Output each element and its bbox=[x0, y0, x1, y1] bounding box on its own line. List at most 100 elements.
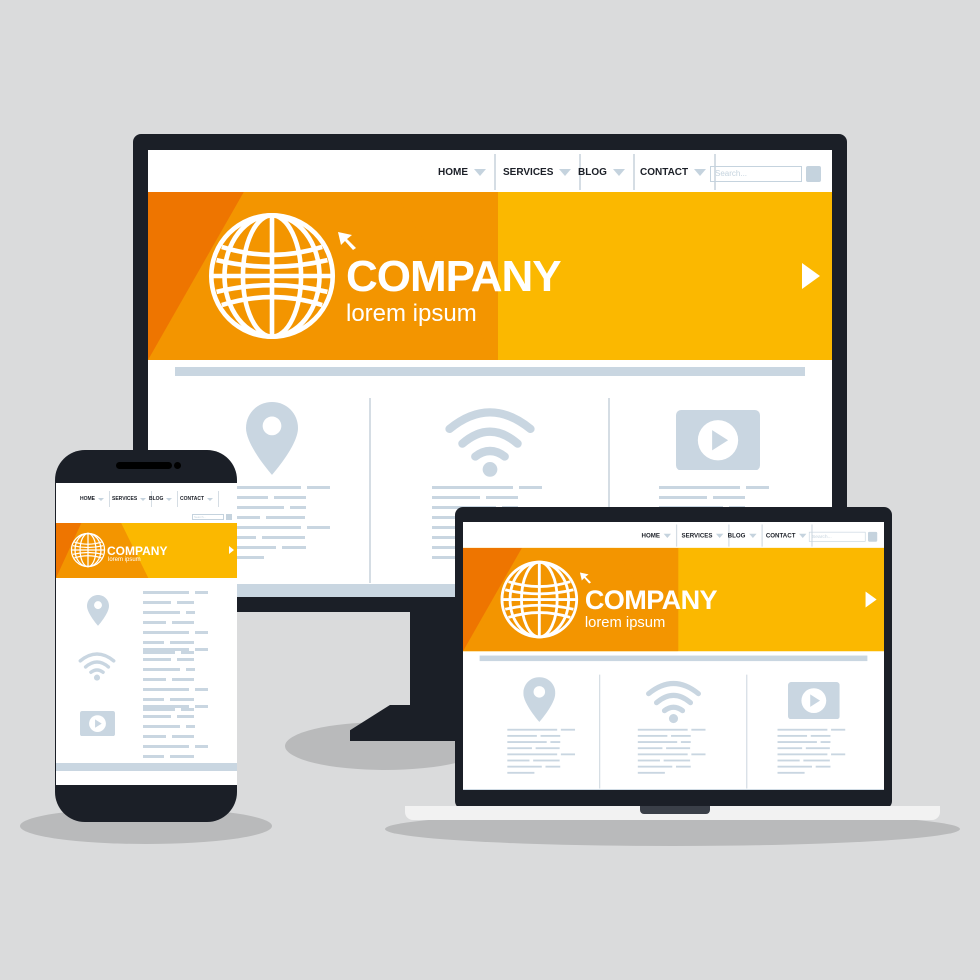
text-line bbox=[143, 688, 189, 691]
chevron-down-icon bbox=[749, 533, 757, 538]
nav-label: BLOG bbox=[727, 532, 746, 539]
text-line bbox=[432, 496, 481, 499]
text-line bbox=[306, 526, 330, 529]
text-line bbox=[143, 591, 189, 594]
text-line bbox=[830, 753, 846, 756]
text-line bbox=[637, 771, 666, 774]
phone-screen: HOME SERVICES BLOG CONTACT Search... COMPAN… bbox=[56, 483, 237, 785]
nav-blog[interactable]: BLOG bbox=[727, 524, 763, 547]
text-line bbox=[691, 728, 706, 731]
search-button[interactable] bbox=[226, 514, 232, 520]
nav-label: HOME bbox=[641, 532, 660, 539]
text-line bbox=[507, 734, 538, 737]
text-line bbox=[143, 648, 189, 651]
text-line bbox=[803, 759, 830, 762]
nav-contact[interactable]: CONTACT bbox=[640, 154, 717, 190]
text-line bbox=[143, 698, 164, 701]
next-arrow-icon[interactable] bbox=[229, 546, 234, 554]
text-line bbox=[540, 734, 560, 737]
text-line bbox=[681, 741, 691, 743]
globe-icon bbox=[70, 532, 106, 568]
text-line bbox=[143, 755, 164, 758]
text-line bbox=[194, 631, 209, 634]
nav-services[interactable]: SERVICES bbox=[112, 491, 153, 507]
wifi-icon bbox=[78, 652, 116, 681]
text-line bbox=[169, 698, 195, 701]
text-line bbox=[262, 536, 306, 539]
search-button[interactable] bbox=[867, 531, 878, 542]
nav-label: BLOG bbox=[578, 166, 607, 178]
text-line bbox=[507, 747, 533, 750]
search-button[interactable] bbox=[806, 166, 821, 182]
text-line bbox=[637, 741, 678, 743]
company-tagline: lorem ipsum bbox=[108, 557, 141, 563]
search-input[interactable]: Search... bbox=[192, 514, 224, 520]
cursor-arrow-icon bbox=[579, 572, 592, 584]
text-line bbox=[777, 759, 800, 762]
text-line bbox=[143, 668, 180, 671]
text-line bbox=[171, 735, 195, 738]
text-line bbox=[169, 755, 195, 758]
company-title: COMPANY bbox=[107, 544, 168, 558]
nav-contact[interactable]: CONTACT bbox=[765, 524, 813, 547]
text-line bbox=[533, 759, 560, 762]
nav-home[interactable]: HOME bbox=[80, 491, 110, 507]
text-line bbox=[171, 621, 195, 624]
column-divider bbox=[369, 398, 371, 583]
text-line bbox=[777, 728, 828, 731]
text-line bbox=[806, 747, 831, 750]
nav-blog[interactable]: BLOG bbox=[578, 154, 635, 190]
nav-services[interactable]: SERVICES bbox=[503, 154, 582, 190]
text-line bbox=[507, 741, 547, 743]
text-line bbox=[143, 601, 171, 604]
nav-label: CONTACT bbox=[180, 496, 205, 502]
text-line bbox=[777, 765, 813, 768]
nav-label: CONTACT bbox=[765, 532, 796, 539]
text-line bbox=[663, 759, 691, 762]
nav-contact[interactable]: CONTACT bbox=[180, 491, 220, 507]
next-arrow-icon[interactable] bbox=[802, 263, 820, 289]
text-line bbox=[274, 496, 306, 499]
text-line bbox=[777, 753, 828, 756]
nav-label: SERVICES bbox=[112, 496, 138, 502]
text-line bbox=[777, 771, 805, 774]
search-input[interactable]: Search... bbox=[808, 531, 866, 542]
globe-icon bbox=[208, 212, 336, 340]
text-line bbox=[550, 741, 561, 743]
nav-home[interactable]: HOME bbox=[438, 154, 496, 190]
cursor-arrow-icon bbox=[338, 232, 356, 250]
wifi-icon bbox=[445, 408, 535, 477]
footer-bar bbox=[463, 789, 884, 790]
column-divider bbox=[746, 674, 748, 789]
company-tagline: lorem ipsum bbox=[346, 300, 477, 327]
location-pin-icon bbox=[523, 677, 556, 722]
chevron-down-icon bbox=[612, 168, 625, 176]
text-line bbox=[507, 765, 543, 768]
chevron-down-icon bbox=[799, 533, 807, 538]
content-header-bar bbox=[479, 655, 868, 662]
video-play-icon bbox=[787, 682, 840, 720]
laptop-screen: HOME SERVICES BLOG CONTACT Search... COMPAN… bbox=[463, 522, 884, 790]
nav-blog[interactable]: BLOG bbox=[149, 491, 179, 507]
search-input[interactable]: Search... bbox=[710, 166, 802, 182]
text-line bbox=[143, 651, 176, 654]
globe-icon bbox=[500, 560, 579, 639]
hero-banner: COMPANY lorem ipsum bbox=[56, 523, 237, 578]
text-line bbox=[637, 734, 668, 737]
text-line bbox=[266, 516, 306, 519]
text-line bbox=[507, 728, 557, 731]
text-line bbox=[637, 753, 688, 756]
text-line bbox=[676, 765, 691, 768]
text-line bbox=[507, 771, 535, 774]
location-pin-icon bbox=[87, 595, 109, 626]
chevron-down-icon bbox=[140, 497, 147, 501]
nav-services[interactable]: SERVICES bbox=[682, 524, 730, 547]
text-line bbox=[637, 728, 688, 731]
text-line bbox=[432, 486, 513, 489]
nav-home[interactable]: HOME bbox=[641, 524, 678, 547]
text-line bbox=[171, 678, 195, 681]
next-arrow-icon[interactable] bbox=[865, 591, 877, 608]
text-line bbox=[143, 611, 180, 614]
text-line bbox=[143, 735, 166, 738]
nav-label: HOME bbox=[80, 496, 95, 502]
